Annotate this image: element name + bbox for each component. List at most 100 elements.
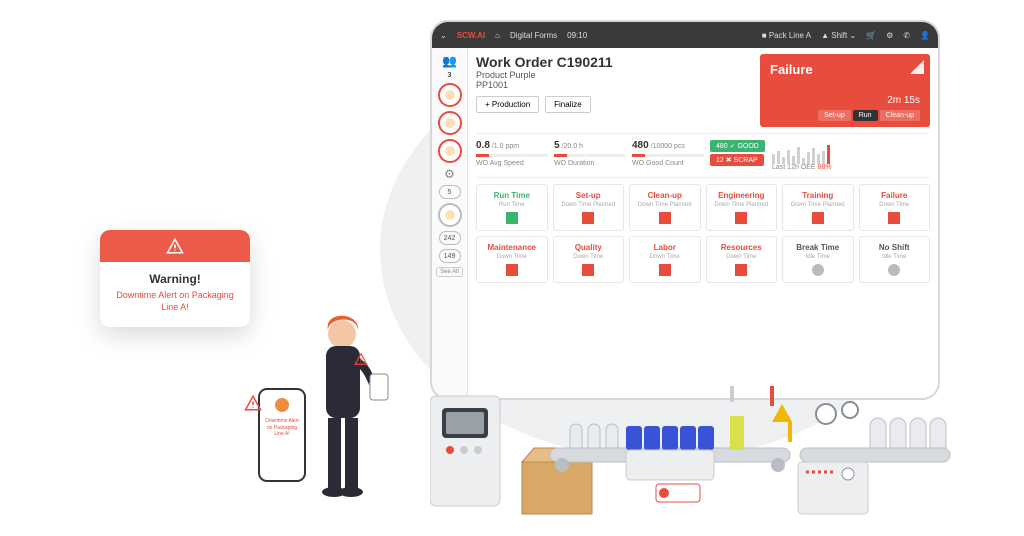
kpi-duration: 5 /20.0 h WO Duration bbox=[554, 140, 626, 167]
warning-toast: Warning! Downtime Alert on Packaging Lin… bbox=[100, 230, 250, 327]
topbar-cart-icon[interactable]: 🛒 bbox=[866, 31, 876, 40]
card-title: Labor bbox=[632, 243, 698, 252]
card-title: Break Time bbox=[785, 243, 851, 252]
state-card-set-up[interactable]: Set-up Down Time Planned bbox=[553, 184, 625, 231]
side-badge[interactable]: 242 bbox=[439, 231, 461, 245]
card-title: Quality bbox=[556, 243, 622, 252]
gear-plus-icon[interactable]: ⚙ bbox=[444, 167, 455, 181]
avatar[interactable] bbox=[438, 139, 462, 163]
line-selector[interactable]: ■ Pack Line A bbox=[762, 31, 811, 40]
state-card-training[interactable]: TrainingDown Time Planned bbox=[782, 184, 854, 231]
card-status-icon bbox=[735, 264, 747, 276]
avatar[interactable] bbox=[438, 83, 462, 107]
app-logo: SCW.AI bbox=[457, 31, 485, 40]
kpi-good-scrap: 480 ✓ GOOD 12 ✖ SCRAP bbox=[710, 140, 766, 168]
warning-message: Downtime Alert on Packaging Line A! bbox=[112, 290, 238, 313]
kpi-good-count: 480 /10000 pcs WO Good Count bbox=[632, 140, 704, 167]
warning-title: Warning! bbox=[112, 272, 238, 286]
card-subtitle: Down Time bbox=[479, 254, 545, 260]
alert-triangle-icon bbox=[354, 352, 368, 366]
alert-triangle-icon bbox=[244, 394, 262, 412]
card-status-icon bbox=[506, 264, 518, 276]
card-title: Failure bbox=[862, 191, 928, 200]
add-user-icon[interactable]: 👥 bbox=[442, 54, 457, 68]
phase-tab-cleanup[interactable]: Clean-up bbox=[880, 110, 920, 121]
card-title: Engineering bbox=[709, 191, 775, 200]
operator-count: 3 bbox=[448, 72, 452, 79]
state-card-clean-up[interactable]: Clean-up Down Time Planned bbox=[629, 184, 701, 231]
topbar-user-icon[interactable]: 👤 bbox=[920, 31, 930, 40]
card-title: Clean-up bbox=[632, 191, 698, 200]
home-icon[interactable]: ⌂ bbox=[495, 31, 500, 40]
finalize-button[interactable]: Finalize bbox=[545, 96, 591, 113]
card-title: Set-up bbox=[556, 191, 622, 200]
state-card-labor[interactable]: Labor Down Time bbox=[629, 236, 701, 283]
clock-time: 09:10 bbox=[567, 31, 587, 40]
topbar-settings-icon[interactable]: ⚙ bbox=[886, 31, 893, 40]
card-status-icon bbox=[812, 212, 824, 224]
state-card-engineering[interactable]: Engineering Down Time Planned bbox=[706, 184, 778, 231]
card-title: No Shift bbox=[862, 243, 928, 252]
state-card-quality[interactable]: QualityDown Time bbox=[553, 236, 625, 283]
kpi-row: 0.8 /1.0 ppm WO Avg Speed 5 /20.0 h WO D… bbox=[476, 133, 930, 178]
phase-tab-run[interactable]: Run bbox=[853, 110, 878, 121]
operator-sidebar: 👥 3 ⚙ 5 242 149 See All bbox=[432, 48, 468, 398]
card-subtitle: Down Time bbox=[632, 254, 698, 260]
dashboard-tablet: ⌄ SCW.AI ⌂ Digital Forms 09:10 ■ Pack Li… bbox=[430, 20, 940, 400]
card-subtitle: Idle Time bbox=[785, 254, 851, 260]
warning-triangle-icon bbox=[166, 237, 184, 255]
card-title: Training bbox=[785, 191, 851, 200]
failure-elapsed: 2m 15s bbox=[770, 95, 920, 106]
state-card-maintenance[interactable]: Maintenance Down Time bbox=[476, 236, 548, 283]
card-title: Run Time bbox=[479, 191, 545, 200]
state-card-resources[interactable]: Resources Down Time bbox=[706, 236, 778, 283]
phone-app-logo-icon bbox=[275, 398, 289, 412]
work-order-header: Work Order C190211 Product Purple PP1001… bbox=[476, 54, 754, 127]
avatar[interactable] bbox=[438, 111, 462, 135]
see-all-button[interactable]: See All bbox=[436, 267, 463, 277]
breadcrumb[interactable]: Digital Forms bbox=[510, 31, 557, 40]
kpi-speed: 0.8 /1.0 ppm WO Avg Speed bbox=[476, 140, 548, 167]
card-title: Maintenance bbox=[479, 243, 545, 252]
work-order-title: Work Order C190211 bbox=[476, 54, 754, 70]
production-line-illustration bbox=[430, 386, 960, 526]
phase-tab-setup[interactable]: Set-up bbox=[818, 110, 851, 121]
card-subtitle: Run Time bbox=[479, 202, 545, 208]
card-status-icon bbox=[582, 212, 594, 224]
side-badge[interactable]: 5 bbox=[439, 185, 461, 199]
card-status-icon bbox=[659, 212, 671, 224]
menu-chevron-icon[interactable]: ⌄ bbox=[440, 31, 447, 40]
shift-selector[interactable]: ▲ Shift ⌄ bbox=[821, 31, 856, 40]
state-card-run-time[interactable]: Run Time Run Time bbox=[476, 184, 548, 231]
side-badge[interactable]: 149 bbox=[439, 249, 461, 263]
work-order-product: Product Purple bbox=[476, 70, 754, 80]
card-status-icon bbox=[888, 264, 900, 276]
card-status-icon bbox=[582, 264, 594, 276]
work-order-code: PP1001 bbox=[476, 80, 754, 90]
kpi-oee-spark: Last 12h OEE 88% bbox=[772, 140, 930, 171]
card-subtitle: Down Time Planned bbox=[709, 202, 775, 208]
dashboard-main: Work Order C190211 Product Purple PP1001… bbox=[468, 48, 938, 398]
topbar-phone-icon[interactable]: ✆ bbox=[903, 31, 910, 40]
state-card-no-shift[interactable]: No Shift Idle Time bbox=[859, 236, 931, 283]
sparkline-icon bbox=[772, 140, 930, 164]
card-subtitle: Idle Time bbox=[862, 254, 928, 260]
card-subtitle: Down Time Planned bbox=[556, 202, 622, 208]
app-topbar: ⌄ SCW.AI ⌂ Digital Forms 09:10 ■ Pack Li… bbox=[432, 22, 938, 48]
operator-illustration bbox=[300, 310, 390, 520]
mobile-phone: Downtime Alert on Packaging Line A! bbox=[258, 388, 306, 482]
failure-panel: Failure 2m 15s Set-up Run Clean-up bbox=[760, 54, 930, 127]
card-subtitle: Down Time bbox=[709, 254, 775, 260]
card-status-icon bbox=[659, 264, 671, 276]
card-status-icon bbox=[812, 264, 824, 276]
card-subtitle: Down Time Planned bbox=[632, 202, 698, 208]
production-button[interactable]: + Production bbox=[476, 96, 539, 113]
state-card-failure[interactable]: FailureDown Time bbox=[859, 184, 931, 231]
card-title: Resources bbox=[709, 243, 775, 252]
card-status-icon bbox=[506, 212, 518, 224]
state-card-grid: Run TimeRun TimeSet-upDown Time PlannedC… bbox=[476, 184, 930, 283]
failure-title: Failure bbox=[770, 62, 920, 77]
card-status-icon bbox=[735, 212, 747, 224]
avatar[interactable] bbox=[438, 203, 462, 227]
state-card-break-time[interactable]: Break Time Idle Time bbox=[782, 236, 854, 283]
